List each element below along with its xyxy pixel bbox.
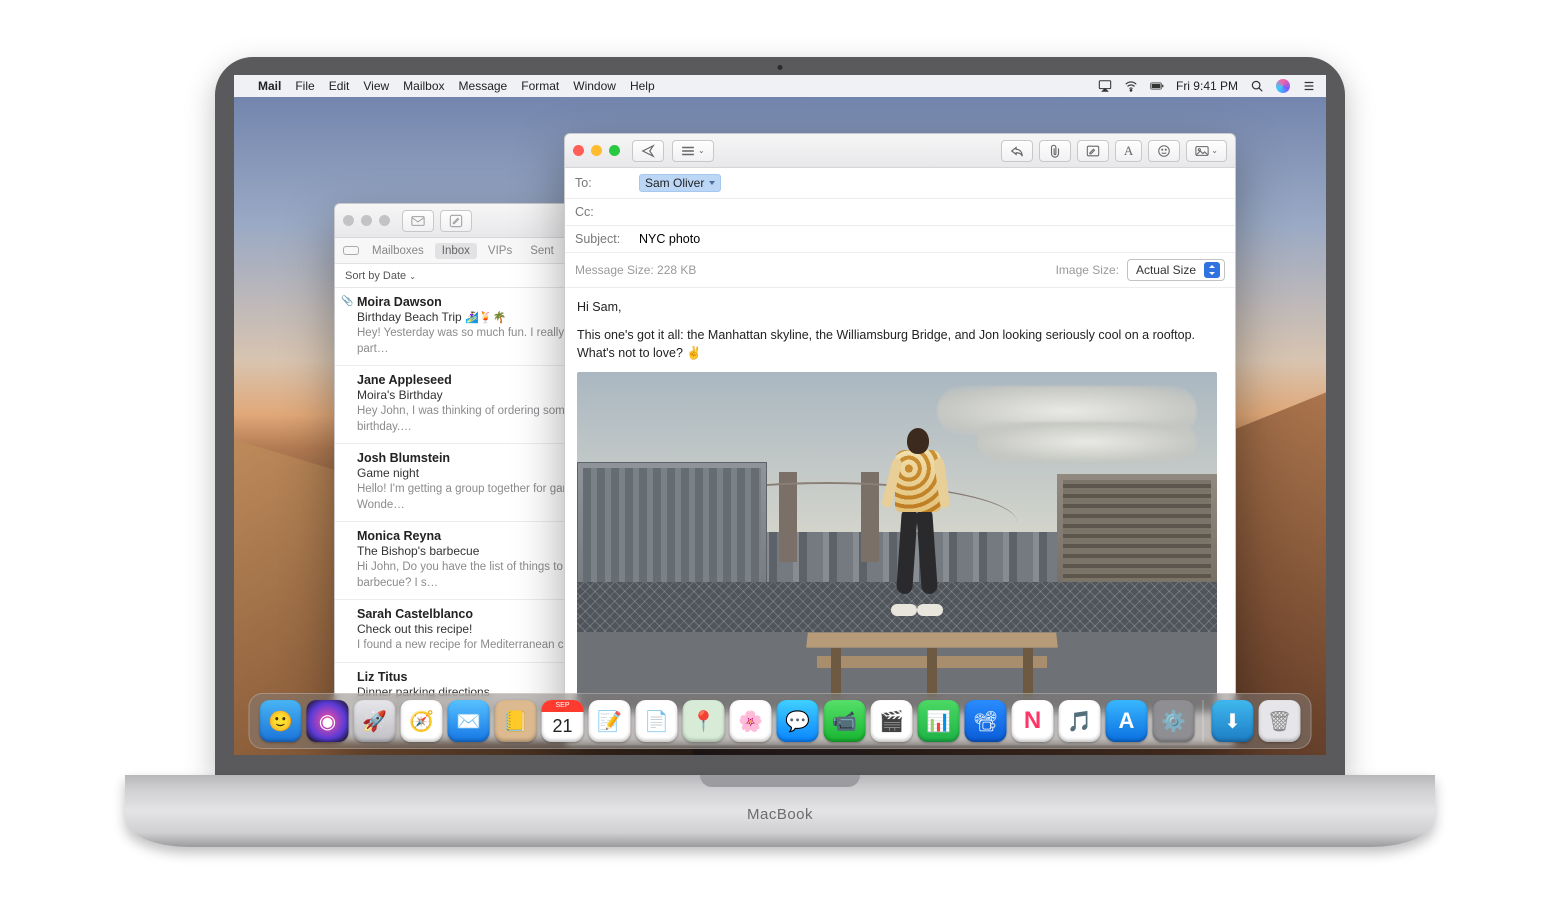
markup-button[interactable] <box>1077 140 1109 162</box>
dock-trash[interactable]: 🗑 <box>1259 700 1301 742</box>
dock: 🙂◉🚀🧭✉️📒SEP21📝📄📍🌸💬📹🎬📊📽N🎵A⚙️ ⬇🗑 <box>249 693 1312 749</box>
body-text: This one's got it all: the Manhattan sky… <box>577 326 1223 362</box>
desktop-wallpaper: Mail File Edit View Mailbox Message Form… <box>234 75 1326 755</box>
message-size-label: Message Size: <box>575 263 654 277</box>
screen-bezel: Mail File Edit View Mailbox Message Form… <box>215 57 1345 777</box>
menu-message[interactable]: Message <box>459 79 508 93</box>
compose-button[interactable] <box>440 210 472 232</box>
message-sender: Jane Appleseed <box>357 373 452 387</box>
notifications-icon[interactable] <box>1302 79 1316 93</box>
dock-maps[interactable]: 📍 <box>683 700 725 742</box>
dock-contacts[interactable]: 📒 <box>495 700 537 742</box>
get-mail-button[interactable] <box>402 210 434 232</box>
body-greeting: Hi Sam, <box>577 298 1223 316</box>
dock-keynote[interactable]: 📽 <box>965 700 1007 742</box>
to-label: To: <box>575 176 631 190</box>
screen: Mail File Edit View Mailbox Message Form… <box>234 75 1326 755</box>
attach-button[interactable] <box>1039 140 1071 162</box>
photo-browser-button[interactable]: ⌄ <box>1186 140 1227 162</box>
menu-edit[interactable]: Edit <box>329 79 350 93</box>
menu-window[interactable]: Window <box>573 79 616 93</box>
compose-window: ⌄ A ⌄ To: Sam Oliver Cc: S <box>564 133 1236 745</box>
image-size-label: Image Size: <box>1056 263 1119 277</box>
traffic-lights[interactable] <box>573 145 620 156</box>
subject-row[interactable]: Subject: <box>565 226 1235 253</box>
spotlight-icon[interactable] <box>1250 79 1264 93</box>
menu-file[interactable]: File <box>295 79 314 93</box>
sort-menu[interactable]: Sort by Date ⌄ <box>345 270 416 282</box>
dock-notes[interactable]: 📄 <box>636 700 678 742</box>
camera <box>778 65 783 70</box>
to-row[interactable]: To: Sam Oliver <box>565 168 1235 199</box>
laptop-brand: MacBook <box>747 806 813 823</box>
cc-row[interactable]: Cc: <box>565 199 1235 226</box>
menu-help[interactable]: Help <box>630 79 655 93</box>
menu-view[interactable]: View <box>363 79 389 93</box>
message-size-value: 228 KB <box>657 263 696 277</box>
emoji-button[interactable] <box>1148 140 1180 162</box>
dock-reminders[interactable]: 📝 <box>589 700 631 742</box>
dock-mail[interactable]: ✉️ <box>448 700 490 742</box>
menu-mailbox[interactable]: Mailbox <box>403 79 444 93</box>
subject-input[interactable] <box>639 232 1225 246</box>
menu-format[interactable]: Format <box>521 79 559 93</box>
dock-safari[interactable]: 🧭 <box>401 700 443 742</box>
sidebar-toggle-icon[interactable] <box>343 246 359 255</box>
header-fields-button[interactable]: ⌄ <box>672 140 714 162</box>
subject-label: Subject: <box>575 232 631 246</box>
send-button[interactable] <box>632 140 664 162</box>
compose-body[interactable]: Hi Sam, This one's got it all: the Manha… <box>565 288 1235 722</box>
traffic-lights[interactable] <box>343 215 390 226</box>
airplay-icon[interactable] <box>1098 79 1112 93</box>
message-sender: Moira Dawson <box>357 295 442 309</box>
menu-clock[interactable]: Fri 9:41 PM <box>1176 79 1238 93</box>
dock-facetime[interactable]: 📹 <box>824 700 866 742</box>
wifi-icon[interactable] <box>1124 79 1138 93</box>
dock-appstore[interactable]: A <box>1106 700 1148 742</box>
message-sender: Monica Reyna <box>357 529 441 543</box>
dock-messages[interactable]: 💬 <box>777 700 819 742</box>
dock-music[interactable]: 🎵 <box>1059 700 1101 742</box>
dock-news[interactable]: N <box>1012 700 1054 742</box>
dock-separator <box>1203 700 1204 742</box>
to-recipient-pill[interactable]: Sam Oliver <box>639 174 721 192</box>
image-size-select[interactable]: Actual Size <box>1127 259 1225 281</box>
message-sender: Sarah Castelblanco <box>357 607 473 621</box>
battery-icon[interactable] <box>1150 79 1164 93</box>
dock-numbers[interactable]: 📊 <box>918 700 960 742</box>
fav-vips[interactable]: VIPs <box>481 243 519 259</box>
message-sender: Josh Blumstein <box>357 451 450 465</box>
reply-button[interactable] <box>1001 140 1033 162</box>
dock-finder[interactable]: 🙂 <box>260 700 302 742</box>
dock-siri[interactable]: ◉ <box>307 700 349 742</box>
laptop-frame: Mail File Edit View Mailbox Message Form… <box>125 57 1435 847</box>
attachment-icon: 📎 <box>341 296 353 307</box>
laptop-base: MacBook <box>125 775 1435 847</box>
fav-mailboxes[interactable]: Mailboxes <box>365 243 431 259</box>
dock-photos[interactable]: 🌸 <box>730 700 772 742</box>
message-sender: Liz Titus <box>357 670 407 684</box>
menu-bar: Mail File Edit View Mailbox Message Form… <box>234 75 1326 97</box>
compose-titlebar[interactable]: ⌄ A ⌄ <box>565 134 1235 168</box>
dock-itunes[interactable]: 🎬 <box>871 700 913 742</box>
siri-icon[interactable] <box>1276 79 1290 93</box>
format-button[interactable]: A <box>1115 140 1142 162</box>
dock-downloads[interactable]: ⬇ <box>1212 700 1254 742</box>
size-row: Message Size: 228 KB Image Size: Actual … <box>565 253 1235 288</box>
app-menu[interactable]: Mail <box>258 79 281 93</box>
dock-launchpad[interactable]: 🚀 <box>354 700 396 742</box>
cc-label: Cc: <box>575 205 631 219</box>
dock-calendar[interactable]: SEP21 <box>542 700 584 742</box>
fav-sent[interactable]: Sent <box>523 243 561 259</box>
cc-input[interactable] <box>639 205 1225 219</box>
dock-preferences[interactable]: ⚙️ <box>1153 700 1195 742</box>
attached-photo[interactable] <box>577 372 1217 712</box>
fav-inbox[interactable]: Inbox <box>435 243 477 259</box>
